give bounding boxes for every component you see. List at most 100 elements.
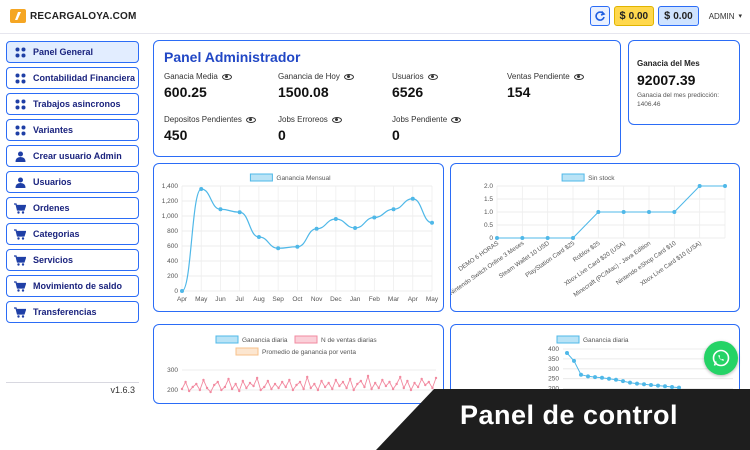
stat-label: Depositos Pendientes — [164, 115, 242, 124]
x-tick-label: Aug — [253, 296, 265, 303]
balance-usd-value: 0.00 — [628, 10, 649, 22]
sidebar-item-label: Panel General — [33, 47, 94, 57]
sidebar-item-categorias[interactable]: Categorias — [6, 223, 139, 245]
data-point — [649, 383, 653, 388]
stat-jobs-pending: Jobs Pendiente 0 — [392, 115, 462, 143]
refresh-button[interactable] — [589, 6, 610, 26]
y-tick-label: 400 — [548, 346, 559, 353]
data-point — [377, 386, 380, 390]
y-tick-label: 1.5 — [484, 196, 493, 203]
eye-icon[interactable] — [331, 116, 342, 123]
sidebar-item-ordenes[interactable]: Ordenes — [6, 197, 139, 219]
sidebar-item-usuarios[interactable]: Usuarios — [6, 171, 139, 193]
data-point — [593, 375, 597, 380]
whatsapp-button[interactable] — [704, 341, 738, 375]
data-point — [199, 187, 204, 191]
legend-label: Sin stock — [588, 175, 615, 182]
sidebar-item-trabajos-asincronos[interactable]: Trabajos asincronos — [6, 93, 139, 115]
sidebar-item-label: Contabilidad Financiera — [33, 73, 136, 83]
data-point — [334, 378, 338, 382]
logo-text: RECARGALOYA.COM — [30, 10, 137, 22]
sidebar-item-label: Servicios — [33, 255, 74, 265]
data-point — [697, 184, 702, 188]
eye-icon[interactable] — [573, 73, 584, 80]
legend-swatch — [556, 335, 580, 344]
y-tick-label: 2.0 — [484, 183, 493, 190]
x-tick-label: Jan — [350, 296, 361, 303]
sidebar-item-contabilidad-financiera[interactable]: Contabilidad Financiera — [6, 67, 139, 89]
data-point — [391, 207, 396, 212]
data-point — [238, 389, 241, 393]
x-tick-label: Dec — [330, 296, 342, 303]
data-point — [572, 358, 576, 363]
data-point — [363, 385, 366, 389]
data-point — [280, 380, 284, 384]
data-point — [571, 236, 575, 240]
stat-users: Usuarios 6526 — [392, 72, 438, 100]
eye-icon[interactable] — [343, 73, 354, 80]
sidebar-item-variantes[interactable]: Variantes — [6, 119, 139, 141]
data-point — [434, 376, 438, 380]
data-point — [399, 375, 402, 379]
sidebar-item-label: Movimiento de saldo — [33, 281, 123, 291]
y-tick-label: 800 — [167, 228, 178, 235]
user-icon — [13, 177, 27, 188]
user-menu[interactable]: ADMIN ▾ — [709, 12, 742, 21]
balance-alt-badge[interactable]: $ 0.00 — [658, 6, 699, 26]
eye-icon[interactable] — [427, 73, 438, 80]
x-tick-label: Feb — [369, 296, 381, 303]
sidebar-item-crear-usuario-admin[interactable]: Crear usuario Admin — [6, 145, 139, 167]
data-point — [406, 379, 409, 383]
eye-icon[interactable] — [221, 73, 232, 80]
data-point — [391, 387, 395, 391]
y-tick-label: 200 — [167, 273, 178, 280]
balance-usd-badge[interactable]: $ 0.00 — [613, 6, 655, 26]
data-point — [607, 376, 611, 381]
data-point — [579, 372, 583, 377]
balance-alt-value: 0.00 — [673, 10, 693, 22]
y-tick-label: 0 — [489, 235, 493, 242]
sidebar-item-movimiento-de-saldo[interactable]: Movimiento de saldo — [6, 275, 139, 297]
data-point — [180, 289, 184, 293]
y-tick-label: 1.0 — [484, 209, 493, 216]
data-point — [545, 236, 550, 240]
stat-today-profit: Ganancia de Hoy 1500.08 — [278, 72, 354, 100]
whatsapp-icon — [712, 349, 730, 367]
data-point — [284, 385, 287, 389]
dollar-icon: $ — [619, 10, 626, 22]
data-point — [723, 184, 727, 188]
legend-label: Ganancia diaria — [583, 337, 629, 344]
cart-icon — [13, 306, 27, 318]
data-point — [205, 386, 209, 390]
eye-icon[interactable] — [245, 116, 256, 123]
data-point — [621, 210, 626, 214]
data-point — [359, 379, 363, 383]
admin-panel-card: Panel Administrador Ganacia Media 600.25… — [153, 40, 621, 157]
stat-value: 450 — [164, 127, 188, 143]
data-point — [341, 380, 345, 384]
x-tick-label: Nov — [311, 296, 323, 303]
data-point — [248, 381, 252, 385]
eye-icon[interactable] — [451, 116, 462, 123]
sidebar-item-servicios[interactable]: Servicios — [6, 249, 139, 271]
data-point — [295, 244, 300, 249]
sidebar-item-transferencias[interactable]: Transferencias — [6, 301, 139, 323]
data-point — [298, 380, 302, 384]
user-name: ADMIN — [708, 11, 735, 21]
sidebar-item-label: Usuarios — [33, 177, 72, 187]
x-tick-label: Apr — [408, 296, 419, 303]
data-point — [427, 380, 431, 384]
x-tick-label: Jun — [215, 296, 226, 303]
stat-label: Jobs Pendiente — [392, 115, 448, 124]
data-point — [187, 389, 191, 393]
y-tick-label: 300 — [167, 367, 178, 374]
data-point — [302, 387, 305, 391]
sidebar-item-panel-general[interactable]: Panel General — [6, 41, 139, 63]
y-tick-label: 1,200 — [162, 198, 179, 205]
sidebar-item-label: Variantes — [33, 125, 74, 135]
stat-value: 600.25 — [164, 84, 207, 100]
data-point — [635, 381, 639, 386]
stat-label: Usuarios — [392, 72, 424, 81]
logo[interactable]: RECARGALOYA.COM — [10, 9, 137, 23]
data-point — [216, 380, 219, 384]
